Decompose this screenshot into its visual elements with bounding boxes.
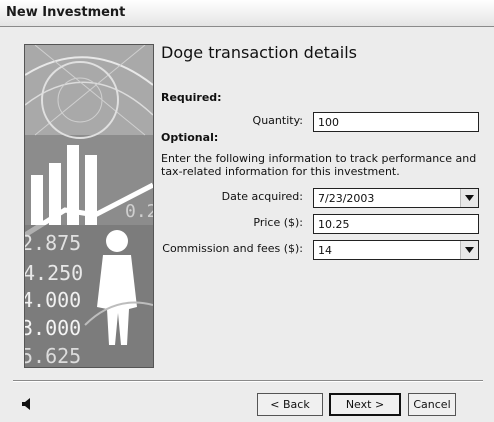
speaker-icon[interactable] [22, 398, 32, 413]
price-field[interactable]: 10.25 [313, 214, 479, 234]
commission-value: 14 [318, 244, 332, 257]
cancel-button[interactable]: Cancel [408, 393, 456, 416]
description-line: Enter the following information to track… [161, 152, 477, 165]
quantity-field[interactable]: 100 [313, 112, 479, 132]
description-line: tax-related information for this investm… [161, 165, 400, 178]
side-image-number: 4.250 [25, 261, 83, 285]
date-acquired-label: Date acquired: [221, 190, 303, 203]
commission-label: Commission and fees ($): [162, 242, 303, 255]
optional-description: Enter the following information to track… [161, 152, 481, 178]
side-image-number: 2.875 [25, 231, 81, 255]
chevron-down-icon[interactable] [460, 241, 478, 259]
window-title: New Investment [6, 5, 126, 20]
date-acquired-value: 7/23/2003 [318, 192, 375, 205]
quantity-label: Quantity: [252, 114, 303, 127]
side-image-number: 5.625 [25, 344, 81, 367]
footer-separator [13, 380, 483, 382]
side-image-number: 0.25 [125, 201, 153, 222]
side-image-number: 4.000 [25, 288, 81, 312]
page-title: Doge transaction details [161, 43, 357, 62]
title-bar: New Investment [0, 0, 494, 27]
side-image-graphic: 0.25 2.875 4.250 4.000 3.000 5.625 [25, 45, 153, 367]
next-button[interactable]: Next > [329, 393, 401, 416]
date-acquired-picker[interactable]: 7/23/2003 [313, 188, 479, 208]
back-button[interactable]: < Back [257, 393, 323, 416]
side-image-number: 3.000 [25, 316, 81, 340]
commission-field[interactable]: 14 [313, 240, 479, 260]
price-label: Price ($): [253, 216, 303, 229]
chevron-down-icon[interactable] [460, 189, 478, 207]
optional-section-label: Optional: [161, 131, 219, 144]
required-section-label: Required: [161, 91, 222, 104]
wizard-side-image: 0.25 2.875 4.250 4.000 3.000 5.625 [24, 44, 154, 368]
